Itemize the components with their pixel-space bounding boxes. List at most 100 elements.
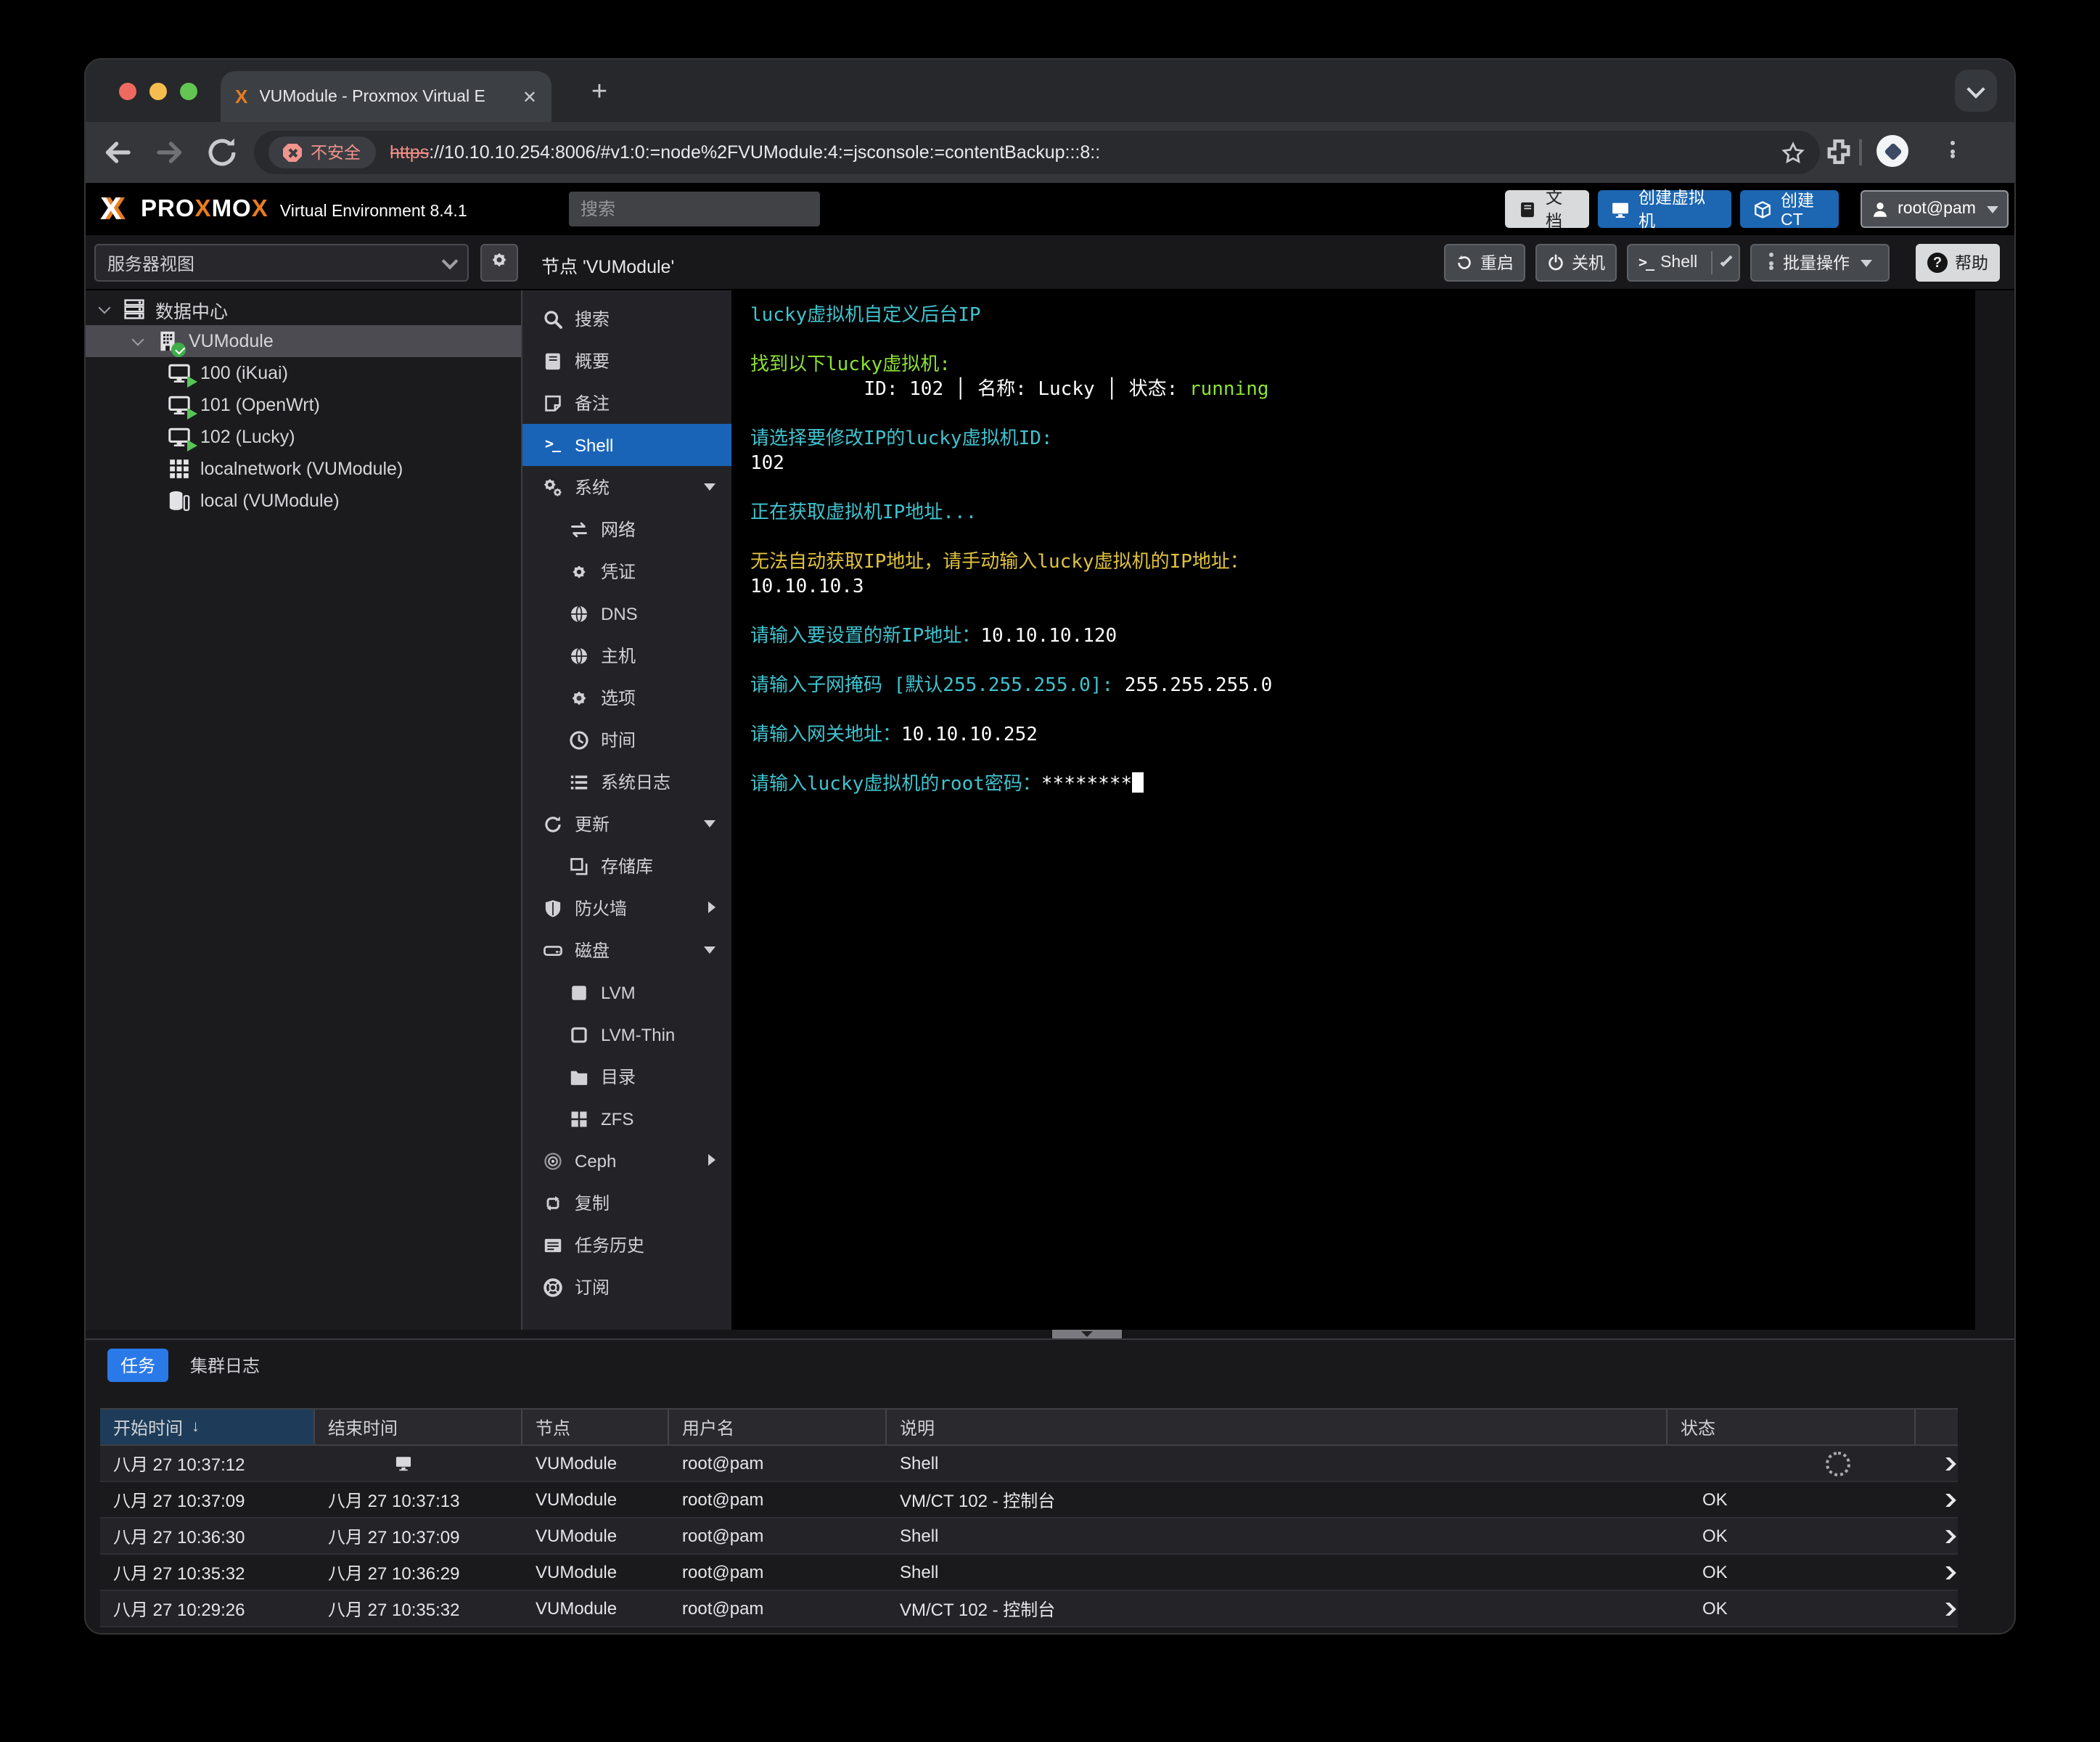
extensions-puzzle-icon[interactable] [1821,135,1856,170]
reload-button[interactable] [205,135,239,170]
caret-down-icon[interactable] [704,483,715,491]
note-icon [541,392,563,414]
row-chevron-icon[interactable] [1937,1602,1956,1615]
expand-caret-icon[interactable] [98,300,111,314]
help-button[interactable]: ? 帮助 [1916,244,2000,282]
menu-item-system[interactable]: 系统 [522,466,731,508]
caret-down-icon [1081,1331,1093,1337]
browser-tab[interactable]: X VUModule - Proxmox Virtual E ✕ [221,71,551,122]
menu-item-zfs[interactable]: ZFS [522,1097,731,1140]
panel-splitter[interactable] [86,1330,2014,1338]
menu-item-lvm[interactable]: LVM [522,971,731,1013]
tree-item-localnetwork[interactable]: localnetwork (VUModule) [86,453,521,485]
menu-item-options[interactable]: 选项 [522,676,731,719]
reboot-icon [1456,254,1473,271]
menu-item-disks[interactable]: 磁盘 [522,929,731,971]
globe-icon [567,645,589,666]
tree-item-local-storage[interactable]: local (VUModule) [86,485,521,517]
task-row[interactable]: 八月 27 10:35:32 八月 27 10:36:29 VUModule root… [100,1555,1958,1591]
menu-item-hosts[interactable]: 主机 [522,634,731,676]
tree-item-vm-102[interactable]: 102 (Lucky) [86,421,521,453]
collapse-handle[interactable] [1052,1330,1122,1338]
maximize-window-button[interactable] [180,83,197,100]
caret-down-icon[interactable] [704,820,715,827]
expand-caret-icon[interactable] [131,332,144,345]
shutdown-button[interactable]: 关机 [1535,244,1617,282]
row-chevron-icon[interactable] [1937,1493,1956,1506]
row-chevron-icon[interactable] [1937,1529,1956,1542]
column-header-1[interactable]: 开始时间 ↓ [100,1410,315,1444]
menu-item-summary[interactable]: 概要 [522,340,731,382]
column-header-3[interactable]: 节点 [522,1410,669,1444]
tab-cluster-log[interactable]: 集群日志 [177,1349,273,1382]
security-badge[interactable]: 不安全 [268,136,375,168]
shell-button[interactable]: >_ Shell [1627,244,1740,282]
close-window-button[interactable] [119,83,136,100]
task-row[interactable]: 八月 27 10:37:12 VUModule root@pam Shell [100,1446,1958,1482]
cell-start-time: 八月 27 10:37:12 [113,1454,245,1474]
tree-item-vm-100[interactable]: 100 (iKuai) [86,357,521,389]
menu-item-repositories[interactable]: 存储库 [522,845,731,887]
menu-item-certificates[interactable]: 凭证 [522,550,731,592]
menu-item-time[interactable]: 时间 [522,719,731,761]
terminal-cursor [1132,772,1144,793]
menu-item-dns[interactable]: DNS [522,592,731,634]
documentation-button[interactable]: 文档 [1505,190,1589,231]
column-header-4[interactable]: 用户名 [669,1410,887,1444]
column-label: 结束时间 [328,1418,398,1438]
forward-button[interactable] [152,135,187,170]
menu-item-firewall[interactable]: 防火墙 [522,887,731,929]
browser-menu-kebab-icon[interactable] [1937,136,1966,165]
menu-item-ceph[interactable]: Ceph [522,1140,731,1182]
task-row[interactable]: 八月 27 10:36:30 八月 27 10:37:09 VUModule root… [100,1518,1958,1555]
tab-tasks[interactable]: 任务 [107,1349,169,1382]
tree-item-datacenter[interactable]: 数据中心 [86,293,521,325]
caret-right-icon[interactable] [708,1154,715,1166]
proxmox-logo: XX PROXMOX Virtual Environment 8.4.1 [100,190,467,228]
sidebar-gear-button[interactable] [480,244,518,282]
create-ct-button[interactable]: 创建 CT [1740,190,1839,229]
menu-item-replication[interactable]: 复制 [522,1182,731,1224]
tab-search-button[interactable] [1955,70,1997,112]
tree-item-vm-101[interactable]: 101 (OpenWrt) [86,389,521,421]
task-row[interactable]: 八月 27 10:37:09 八月 27 10:37:13 VUModule root… [100,1482,1958,1518]
menu-item-syslog[interactable]: 系统日志 [522,761,731,803]
back-button[interactable] [100,135,135,170]
new-tab-button[interactable]: + [579,73,620,113]
menu-item-updates[interactable]: 更新 [522,803,731,845]
shell-console[interactable]: lucky虚拟机自定义后台IP 找到以下lucky虚拟机: ID: 102 │ … [731,290,1975,1330]
menu-item-search[interactable]: 搜索 [522,298,731,340]
reboot-button[interactable]: 重启 [1444,244,1525,282]
profile-avatar[interactable] [1877,135,1908,167]
cell-description: Shell [900,1526,939,1546]
task-row[interactable]: 八月 27 10:29:26 八月 27 10:35:32 VUModule root… [100,1591,1958,1627]
column-label: 用户名 [682,1418,735,1438]
server-view-select[interactable]: 服务器视图 [94,244,469,282]
menu-item-label: 概要 [575,351,610,372]
menu-item-task-history[interactable]: 任务历史 [522,1224,731,1266]
user-menu-button[interactable]: root@pam [1861,190,2009,228]
tree-item-vumodule[interactable]: VUModule [86,325,521,357]
row-chevron-icon[interactable] [1937,1457,1956,1470]
row-chevron-icon[interactable] [1937,1566,1956,1579]
caret-right-icon[interactable] [708,901,715,913]
menu-item-label: 凭证 [601,562,636,582]
url-bar[interactable]: 不安全 https://10.10.10.254:8006/#v1:0:=nod… [254,131,1820,174]
bulk-actions-button[interactable]: 批量操作 [1750,244,1890,282]
menu-item-subscription[interactable]: 订阅 [522,1266,731,1308]
column-header-6[interactable]: 状态 [1668,1410,1916,1444]
menu-item-shell[interactable]: >_ Shell [522,424,731,466]
minimize-window-button[interactable] [149,83,167,100]
menu-item-directory[interactable]: 目录 [522,1055,731,1097]
caret-down-icon[interactable] [704,946,715,954]
bookmark-star-icon[interactable] [1781,140,1805,165]
global-search-input[interactable] [569,192,820,226]
column-header-2[interactable]: 结束时间 [315,1410,522,1444]
create-vm-button[interactable]: 创建虚拟机 [1598,190,1731,231]
tab-close-icon[interactable]: ✕ [522,88,537,105]
chevron-down-icon[interactable] [1720,254,1733,267]
menu-item-lvm-thin[interactable]: LVM-Thin [522,1013,731,1055]
column-header-5[interactable]: 说明 [887,1410,1668,1444]
menu-item-network[interactable]: 网络 [522,508,731,550]
menu-item-notes[interactable]: 备注 [522,382,731,424]
